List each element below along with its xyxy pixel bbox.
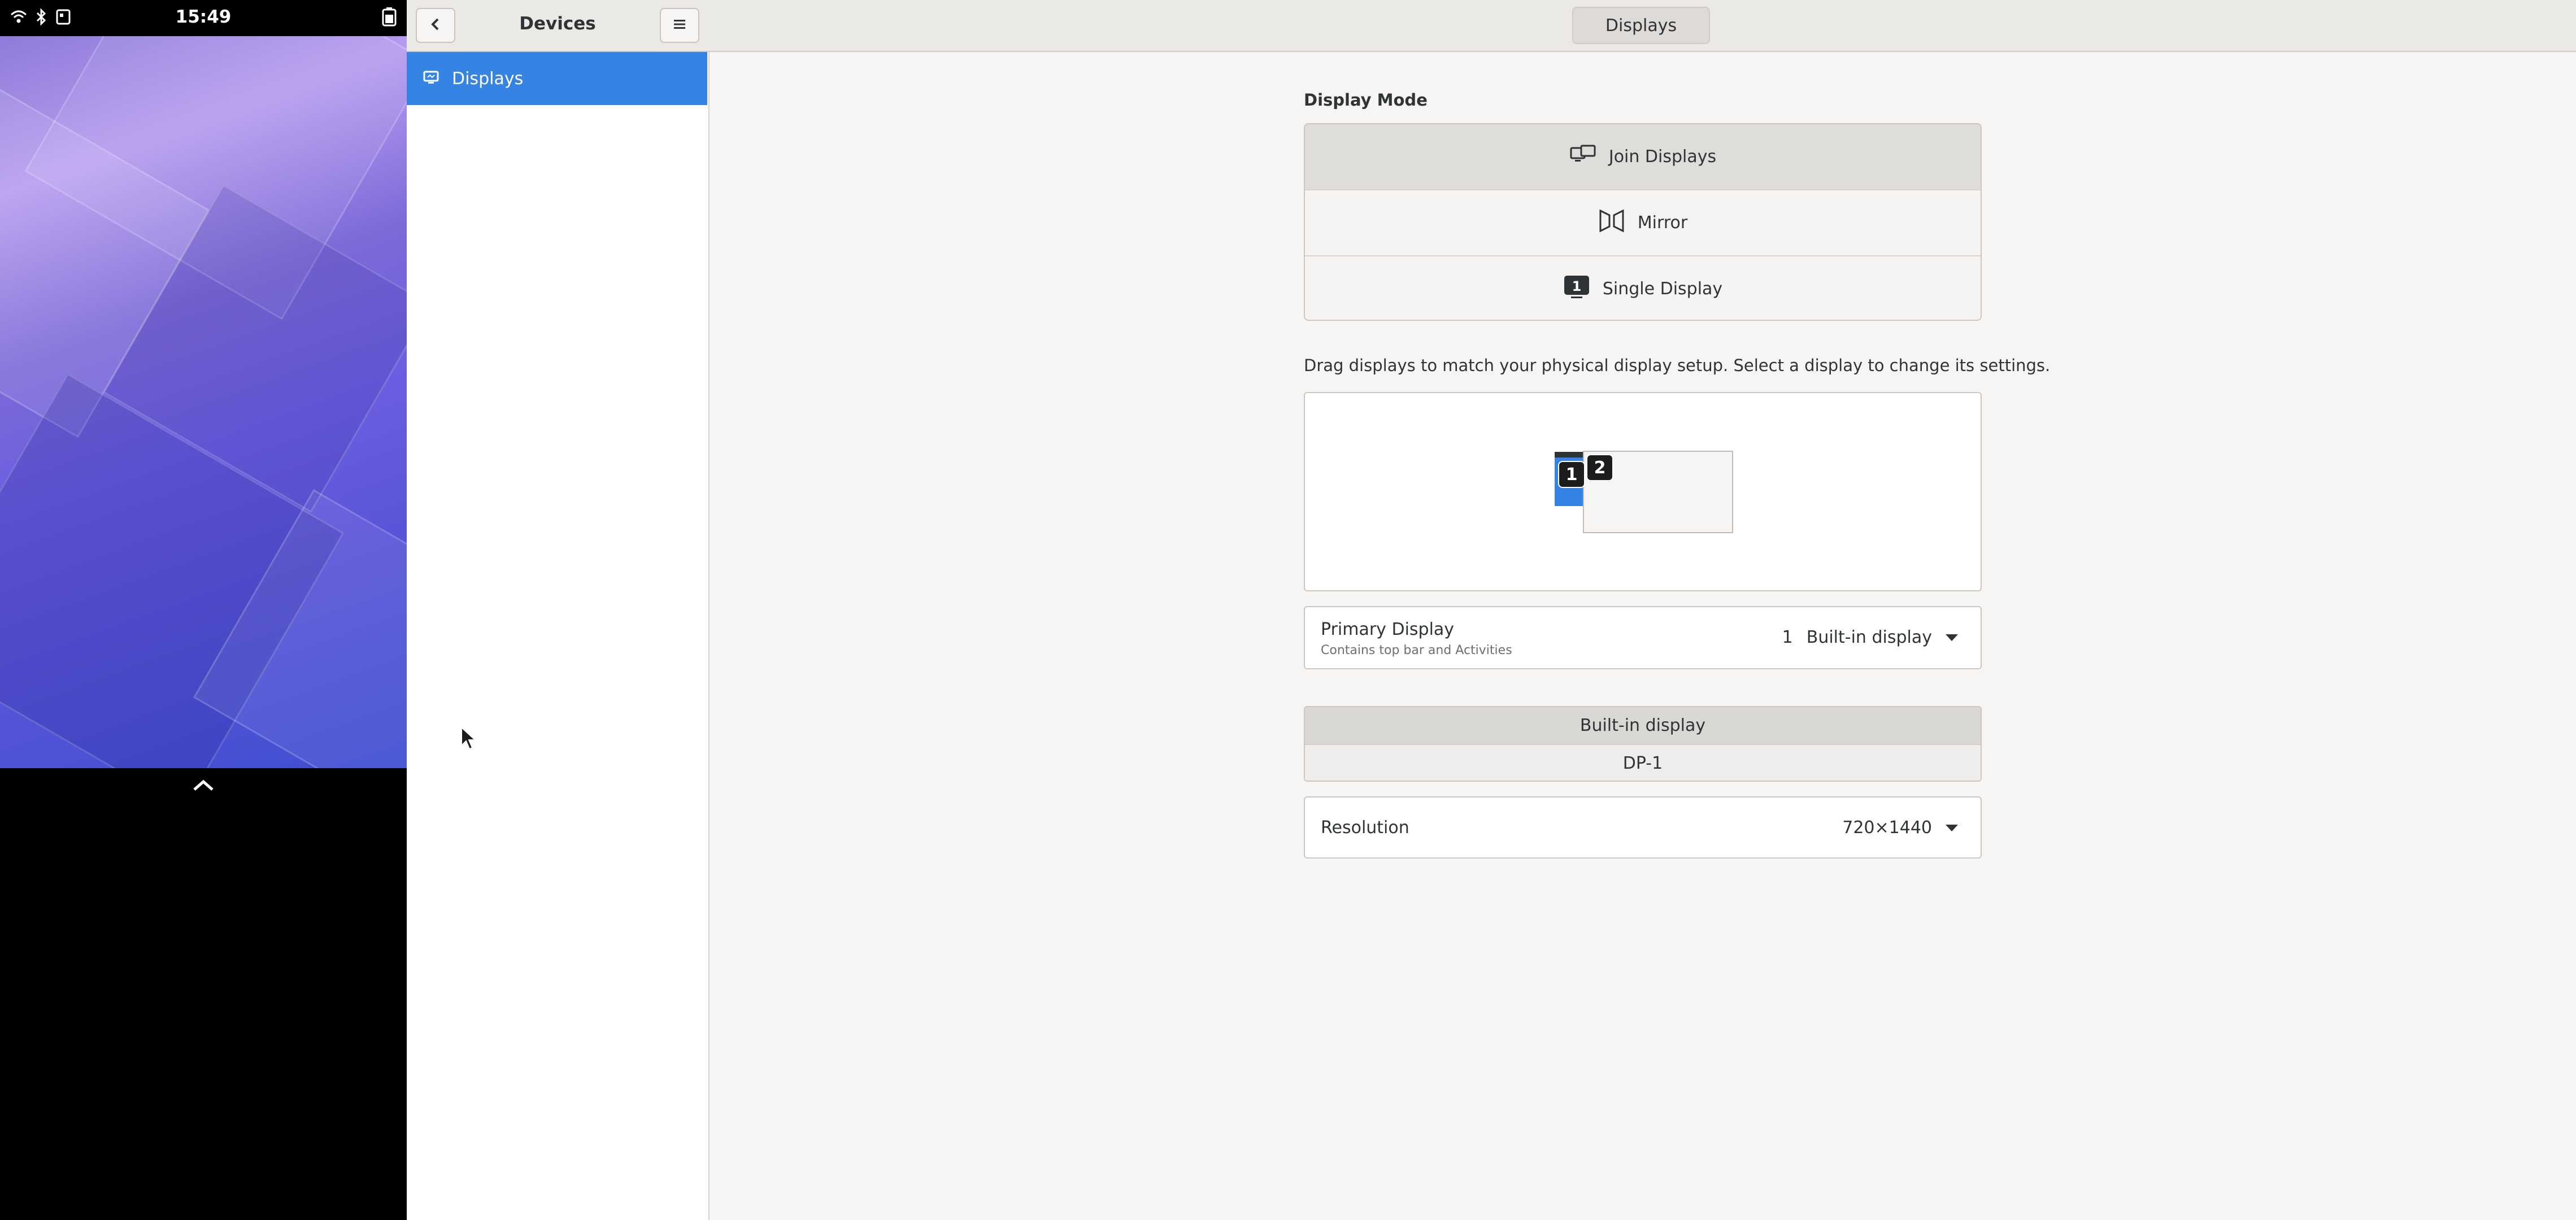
sidebar: Devices Displays [407,0,710,1220]
sidebar-item-label: Displays [452,68,524,89]
status-bar: 15:49 [0,0,407,36]
sidebar-header: Devices [407,0,708,52]
phone-screen: 15:49 [0,0,407,1220]
battery-icon [381,7,398,29]
svg-text:1: 1 [1572,278,1581,294]
display-tabs: Built-in display DP-1 [1304,706,1982,782]
display-2-badge: 2 [1586,454,1613,481]
tab-built-in-display[interactable]: Built-in display [1305,707,1981,745]
mirror-button[interactable]: Mirror [1305,190,1981,256]
menu-button[interactable] [660,8,699,43]
resolution-value: 720×1440 [1842,818,1932,838]
primary-display-subtitle: Contains top bar and Activities [1321,643,1512,657]
primary-display-dropdown[interactable]: 1 Built-in display [1782,628,1958,647]
chevron-down-icon [1946,634,1958,641]
resolution-label: Resolution [1321,818,1409,838]
clock: 15:49 [175,7,232,27]
single-display-icon: 1 [1563,274,1590,304]
display-1-badge: 1 [1558,461,1585,488]
resolution-dropdown[interactable]: 720×1440 [1842,818,1958,838]
single-display-button[interactable]: 1 Single Display [1305,256,1981,320]
mirror-icon [1598,208,1625,238]
content-header: Displays [708,0,2576,52]
mouse-cursor-icon [460,726,477,753]
single-display-label: Single Display [1602,279,1723,299]
chevron-down-icon [1946,824,1958,831]
join-displays-icon [1569,145,1596,169]
app-drawer-chevron-up-icon[interactable] [0,777,407,795]
join-displays-button[interactable]: Join Displays [1305,124,1981,190]
join-displays-label: Join Displays [1608,147,1717,167]
tab-dp-1[interactable]: DP-1 [1305,745,1981,781]
primary-display-number: 1 [1782,628,1793,647]
wallpaper [0,36,407,768]
display-mode-label: Display Mode [1304,90,1428,110]
display-arrangement-area: 1 2 [1304,392,1982,591]
sidebar-item-displays[interactable]: Displays [407,52,707,105]
mirror-label: Mirror [1637,213,1688,233]
display-mode-selector: Join Displays Mirror 1 Single Display [1304,123,1982,321]
arrangement-hint: Drag displays to match your physical dis… [1304,356,2051,375]
resolution-row[interactable]: Resolution 720×1440 [1304,796,1982,859]
hamburger-menu-icon [673,18,686,33]
primary-display-row[interactable]: Primary Display Contains top bar and Act… [1304,606,1982,669]
page-title: Displays [1572,7,1710,44]
display-icon [423,70,440,87]
primary-display-title: Primary Display [1321,620,1455,639]
primary-display-value: Built-in display [1806,628,1932,647]
